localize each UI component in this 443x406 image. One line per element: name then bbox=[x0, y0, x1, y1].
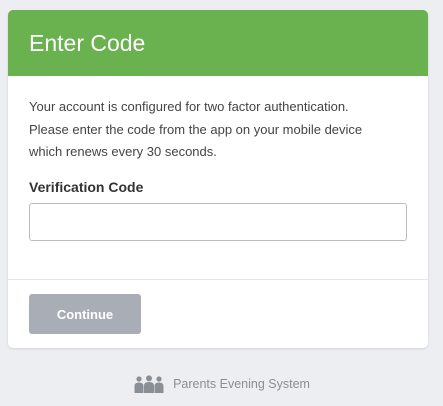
people-group-icon bbox=[133, 375, 165, 393]
verification-code-input[interactable] bbox=[29, 202, 407, 241]
verification-code-label: Verification Code bbox=[29, 178, 144, 195]
verification-card: Enter Code Your account is configured fo… bbox=[8, 10, 428, 348]
card-header: Enter Code bbox=[8, 10, 428, 76]
intro-text: Your account is configured for two facto… bbox=[29, 96, 407, 164]
divider bbox=[8, 279, 428, 280]
continue-button[interactable]: Continue bbox=[29, 294, 141, 334]
footer-brand-text: Parents Evening System bbox=[173, 377, 310, 391]
page-title: Enter Code bbox=[29, 29, 146, 56]
card-body: Your account is configured for two facto… bbox=[8, 76, 428, 241]
footer: Parents Evening System bbox=[0, 375, 443, 393]
intro-line-1: Your account is configured for two facto… bbox=[29, 99, 349, 114]
intro-line-2: Please enter the code from the app on yo… bbox=[29, 121, 363, 137]
intro-line-3: which renews every 30 seconds. bbox=[29, 144, 217, 159]
